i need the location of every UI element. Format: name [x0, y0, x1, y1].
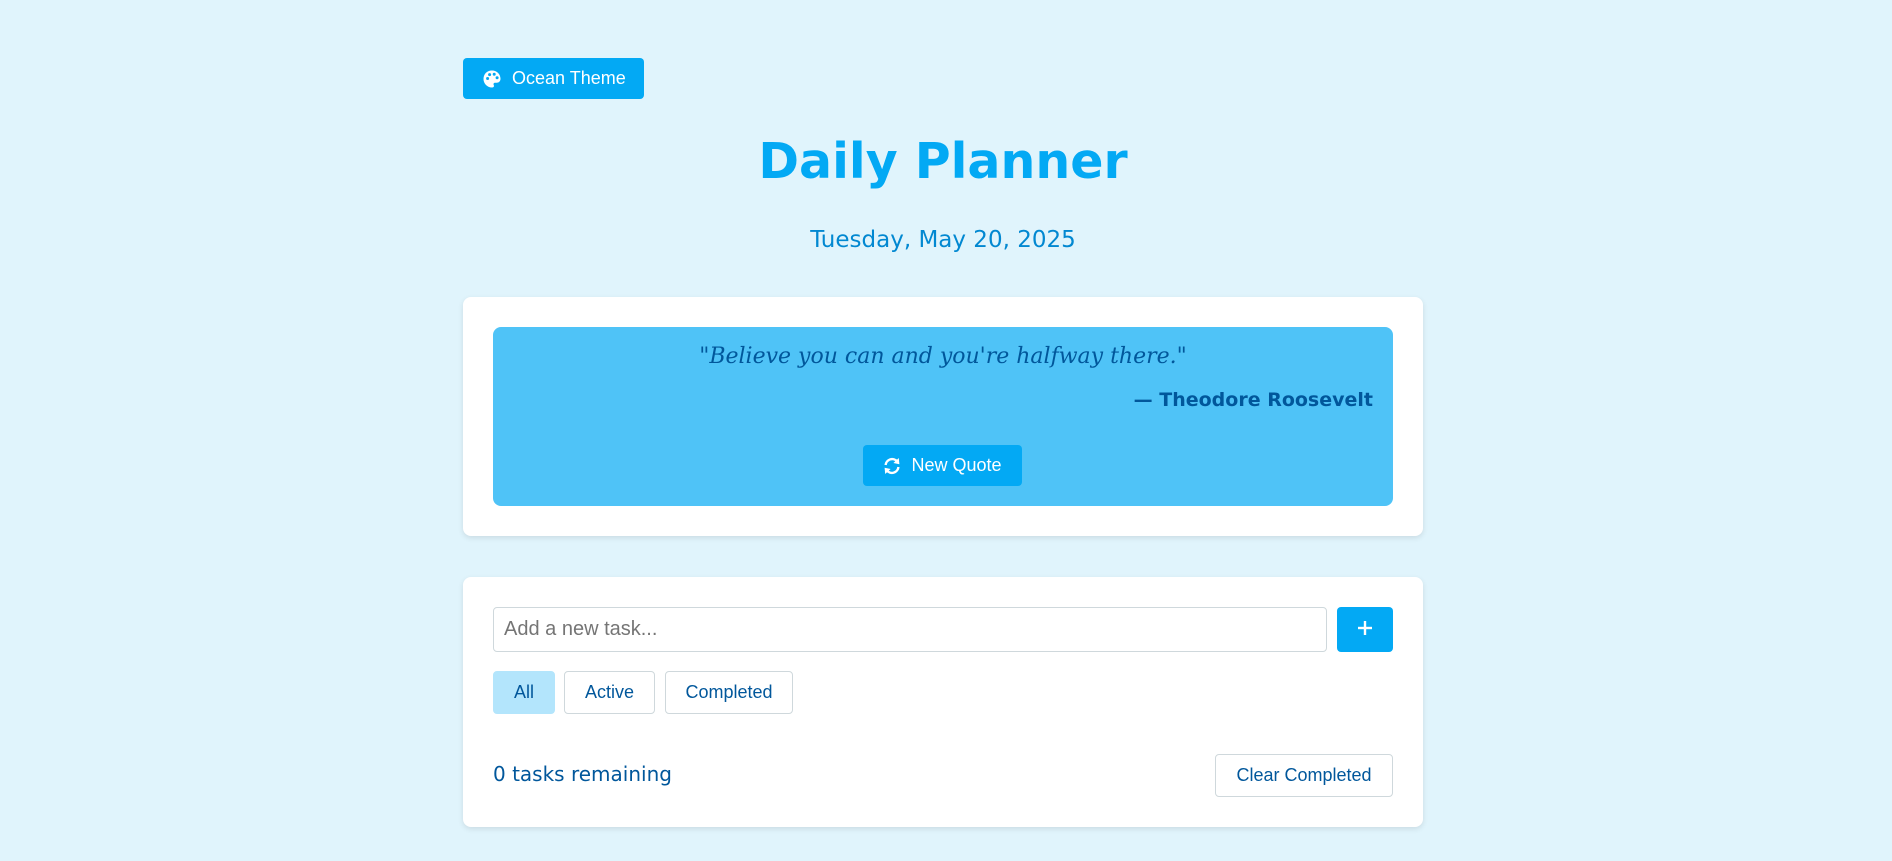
tasks-remaining-count: 0 tasks remaining — [493, 762, 672, 786]
page-title: Daily Planner — [758, 133, 1128, 190]
refresh-icon — [883, 457, 901, 475]
filter-all-button[interactable]: All — [493, 671, 555, 714]
quote-text: "Believe you can and you're halfway ther… — [699, 344, 1187, 369]
quote-box: "Believe you can and you're halfway ther… — [493, 327, 1393, 506]
new-quote-label: New Quote — [911, 455, 1002, 475]
new-task-input[interactable] — [493, 607, 1327, 652]
plus-icon — [1356, 619, 1374, 641]
filter-completed-button[interactable]: Completed — [665, 671, 793, 714]
current-date: Tuesday, May 20, 2025 — [810, 227, 1076, 253]
add-task-button[interactable] — [1337, 607, 1393, 652]
theme-button-label: Ocean Theme — [512, 68, 626, 88]
theme-toggle-button[interactable]: Ocean Theme — [463, 58, 644, 99]
task-card: All Active Completed 0 tasks remaining C… — [463, 577, 1423, 827]
palette-icon — [482, 69, 502, 89]
clear-completed-button[interactable]: Clear Completed — [1215, 754, 1393, 797]
new-quote-button[interactable]: New Quote — [863, 445, 1022, 486]
filter-active-button[interactable]: Active — [564, 671, 655, 714]
quote-author: — Theodore Roosevelt — [1133, 389, 1373, 411]
quote-card: "Believe you can and you're halfway ther… — [463, 297, 1423, 536]
